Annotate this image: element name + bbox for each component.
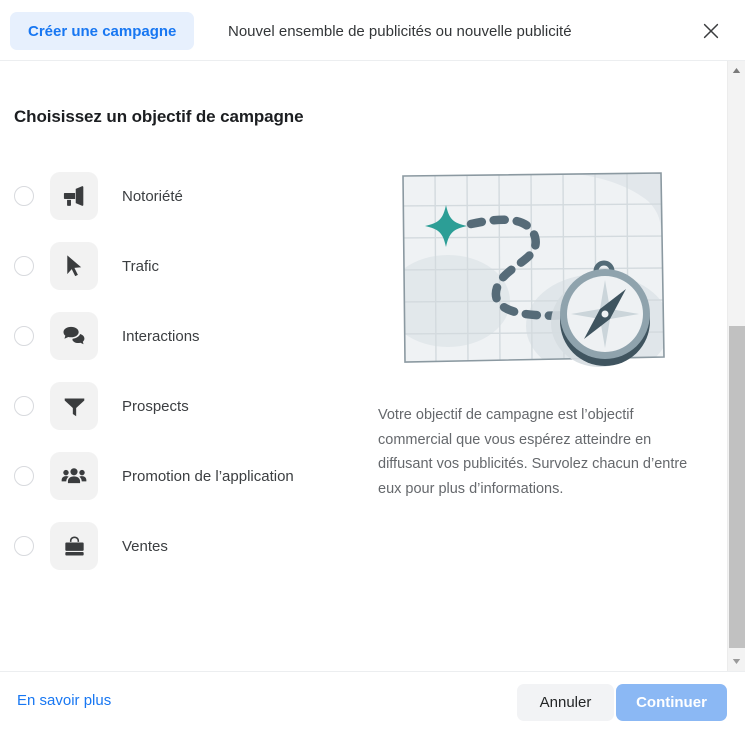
radio-awareness[interactable] [14,186,34,206]
close-button[interactable] [693,13,729,49]
map-with-compass-illustration [383,161,683,383]
dialog-body: Choisissez un objectif de campagne Notor… [0,61,727,671]
radio-sales[interactable] [14,536,34,556]
tab-create-campaign-label: Créer une campagne [28,22,177,40]
cursor-arrow-icon [50,242,98,290]
dialog-footer: En savoir plus Annuler Continuer [0,671,745,732]
learn-more-link[interactable]: En savoir plus [17,692,111,709]
objective-option-traffic[interactable]: Trafic [0,231,360,301]
close-icon [701,21,721,41]
objective-option-leads[interactable]: Prospects [0,371,360,441]
cancel-button[interactable]: Annuler [517,684,614,721]
scroll-down-arrow-icon[interactable] [728,653,745,670]
objective-label-app-promotion: Promotion de l’application [122,467,294,485]
megaphone-icon [50,172,98,220]
objective-option-awareness[interactable]: Notoriété [0,161,360,231]
tab-create-campaign[interactable]: Créer une campagne [10,12,195,50]
chat-bubbles-icon [50,312,98,360]
briefcase-icon [50,522,98,570]
objective-info-panel: Votre objectif de campagne est l’objecti… [378,161,698,501]
page-title: Choisissez un objectif de campagne [14,107,304,126]
funnel-icon [50,382,98,430]
radio-leads[interactable] [14,396,34,416]
objective-label-sales: Ventes [122,537,168,555]
vertical-scrollbar[interactable] [727,61,745,671]
continue-button[interactable]: Continuer [616,684,727,721]
radio-traffic[interactable] [14,256,34,276]
objective-label-awareness: Notoriété [122,187,183,205]
objective-option-app-promotion[interactable]: Promotion de l’application [0,441,360,511]
scroll-up-arrow-icon[interactable] [728,62,745,79]
objective-label-leads: Prospects [122,397,189,415]
objective-description: Votre objectif de campagne est l’objecti… [378,407,688,497]
tab-new-adset-or-ad[interactable]: Nouvel ensemble de publicités ou nouvell… [228,12,572,50]
objective-label-engagement: Interactions [122,327,200,345]
people-group-icon [50,452,98,500]
objective-option-sales[interactable]: Ventes [0,511,360,581]
objective-list: Notoriété Trafic Interactions Prospects … [0,161,360,581]
radio-engagement[interactable] [14,326,34,346]
radio-app-promotion[interactable] [14,466,34,486]
objective-option-engagement[interactable]: Interactions [0,301,360,371]
objective-label-traffic: Trafic [122,257,159,275]
dialog-header: Créer une campagne Nouvel ensemble de pu… [0,0,745,61]
tab-new-adset-or-ad-label: Nouvel ensemble de publicités ou nouvell… [228,22,572,40]
scrollbar-thumb[interactable] [729,326,745,648]
